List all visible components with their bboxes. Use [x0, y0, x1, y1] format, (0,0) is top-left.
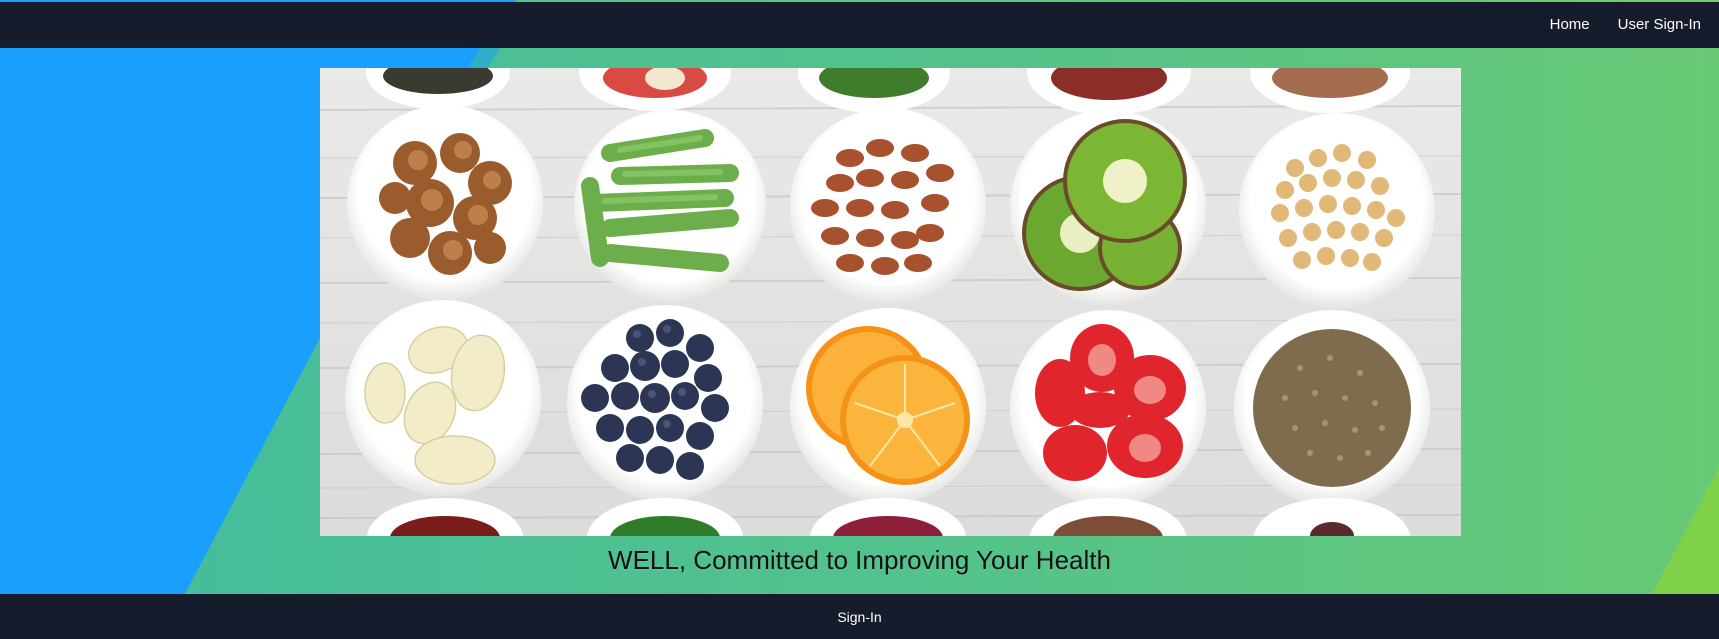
nav-home-link[interactable]: Home: [1550, 16, 1590, 33]
top-navbar: Home User Sign-In: [0, 0, 1719, 48]
nav-user-signin-link[interactable]: User Sign-In: [1618, 16, 1701, 33]
nav-links: Home User Sign-In: [1540, 0, 1719, 48]
footer-signin-link[interactable]: Sign-In: [837, 609, 881, 625]
hero-tagline: WELL, Committed to Improving Your Health: [608, 545, 1111, 575]
footer-bar: Sign-In: [0, 594, 1719, 639]
navbar-accent-line: [0, 0, 1719, 2]
hero-food-image: [320, 68, 1461, 536]
